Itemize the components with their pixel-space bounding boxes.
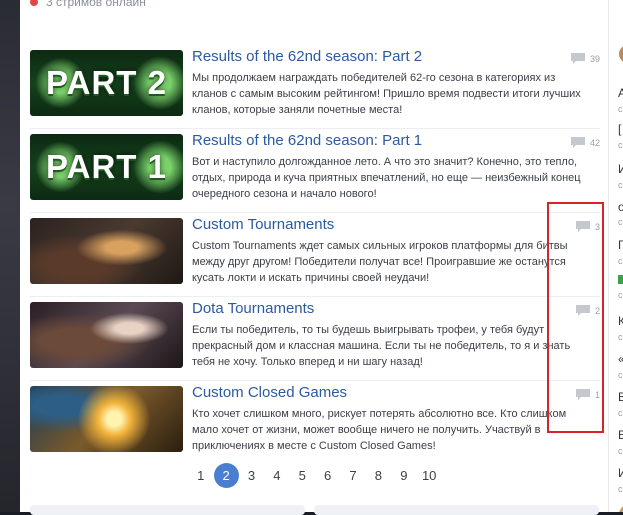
right-panel-item[interactable]: В bbox=[618, 428, 623, 442]
pagination: 1 2 3 4 5 6 7 8 9 10 bbox=[188, 463, 442, 488]
right-panel-item[interactable]: В bbox=[618, 390, 623, 404]
page-link[interactable]: 7 bbox=[340, 463, 365, 488]
news-item: Custom Closed Games Кто хочет слишком мн… bbox=[30, 381, 600, 464]
right-panel-sub: с bbox=[618, 446, 623, 456]
right-panel: A с [ с И с о с Г с с К с « с В с В с И … bbox=[608, 0, 623, 512]
right-panel-sub: с bbox=[618, 408, 623, 418]
right-panel-item[interactable]: A bbox=[618, 86, 623, 100]
news-description: Custom Tournaments ждет самых сильных иг… bbox=[192, 240, 568, 284]
news-item: PART 2 Results of the 62nd season: Part … bbox=[30, 45, 600, 129]
right-panel-sub: с bbox=[618, 256, 623, 266]
right-panel-sub: с bbox=[618, 217, 623, 227]
main-content: 3 стримов онлайн PART 2 Results of the 6… bbox=[20, 0, 608, 515]
comment-count-value: 42 bbox=[589, 137, 600, 148]
live-dot-icon bbox=[30, 0, 38, 6]
news-thumbnail[interactable] bbox=[30, 386, 183, 452]
news-item: Dota Tournaments Если ты победитель, то … bbox=[30, 297, 600, 381]
page-link[interactable]: 10 bbox=[417, 463, 442, 488]
page-link-active[interactable]: 2 bbox=[213, 463, 239, 488]
page-link[interactable]: 8 bbox=[366, 463, 391, 488]
right-panel-sub: с bbox=[618, 332, 623, 342]
highlight-box bbox=[547, 202, 604, 433]
bottom-card-left bbox=[30, 505, 305, 515]
news-thumbnail[interactable] bbox=[30, 218, 183, 284]
right-panel-item[interactable]: И bbox=[618, 162, 623, 176]
news-title-link[interactable]: Custom Closed Games bbox=[192, 384, 347, 401]
user-avatar[interactable] bbox=[619, 505, 623, 512]
page-link[interactable]: 1 bbox=[188, 463, 213, 488]
streams-online-label: 3 стримов онлайн bbox=[46, 0, 146, 9]
thumbnail-text: PART 2 bbox=[46, 64, 167, 101]
news-thumbnail[interactable]: PART 2 bbox=[30, 50, 183, 116]
page-link[interactable]: 9 bbox=[391, 463, 416, 488]
thumbnail-text bbox=[30, 386, 183, 452]
news-title-link[interactable]: Custom Tournaments bbox=[192, 216, 334, 233]
comment-bubble-icon bbox=[570, 53, 585, 64]
right-panel-sub: с bbox=[618, 484, 623, 494]
right-panel-item[interactable]: « bbox=[618, 352, 623, 366]
news-title-link[interactable]: Results of the 62nd season: Part 1 bbox=[192, 132, 422, 149]
checkmark-icon bbox=[618, 275, 623, 284]
right-panel-item[interactable]: о bbox=[618, 200, 623, 214]
news-description: Мы продолжаем награждать победителей 62-… bbox=[192, 72, 581, 116]
right-panel-sub: с bbox=[618, 140, 623, 150]
news-item: PART 1 Results of the 62nd season: Part … bbox=[30, 129, 600, 213]
comment-count[interactable]: 39 bbox=[570, 52, 600, 65]
page-link[interactable]: 4 bbox=[264, 463, 289, 488]
thumbnail-text bbox=[30, 218, 183, 284]
page-link[interactable]: 3 bbox=[239, 463, 264, 488]
page-link[interactable]: 5 bbox=[290, 463, 315, 488]
right-panel-item[interactable]: К bbox=[618, 314, 623, 328]
right-panel-sub: с bbox=[618, 104, 623, 114]
right-panel-item[interactable]: И bbox=[618, 466, 623, 480]
news-thumbnail[interactable] bbox=[30, 302, 183, 368]
user-avatar[interactable] bbox=[619, 45, 623, 63]
background-left-strip bbox=[0, 0, 20, 512]
news-title-link[interactable]: Dota Tournaments bbox=[192, 300, 314, 317]
right-panel-sub: с bbox=[618, 370, 623, 380]
thumbnail-text: PART 1 bbox=[46, 148, 167, 185]
streams-online-indicator[interactable]: 3 стримов онлайн bbox=[30, 0, 146, 10]
bottom-card-right bbox=[314, 505, 599, 515]
news-list: PART 2 Results of the 62nd season: Part … bbox=[30, 45, 600, 464]
comment-count-value: 39 bbox=[589, 53, 600, 64]
news-description: Если ты победитель, то ты будешь выигрыв… bbox=[192, 324, 571, 368]
right-panel-sub: с bbox=[618, 180, 623, 190]
thumbnail-text bbox=[30, 302, 183, 368]
right-panel-item[interactable]: [ bbox=[618, 122, 621, 136]
page-link[interactable]: 6 bbox=[315, 463, 340, 488]
right-panel-item[interactable]: Г bbox=[618, 238, 623, 252]
news-thumbnail[interactable]: PART 1 bbox=[30, 134, 183, 200]
comment-bubble-icon bbox=[570, 137, 585, 148]
right-panel-sub: с bbox=[618, 290, 623, 300]
news-item: Custom Tournaments Custom Tournaments жд… bbox=[30, 213, 600, 297]
news-title-link[interactable]: Results of the 62nd season: Part 2 bbox=[192, 48, 422, 65]
news-description: Кто хочет слишком много, рискует потерят… bbox=[192, 408, 567, 452]
news-description: Вот и наступило долгожданное лето. А что… bbox=[192, 156, 581, 200]
comment-count[interactable]: 42 bbox=[570, 136, 600, 149]
